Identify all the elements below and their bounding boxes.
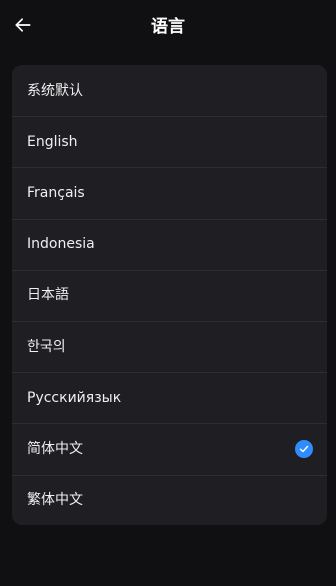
language-label: 한국의 [27, 338, 66, 355]
language-option-traditional-chinese[interactable]: 繁体中文 [12, 474, 327, 526]
language-option-english[interactable]: English [12, 116, 327, 167]
checkmark-circle-icon [295, 439, 313, 458]
language-label: 简体中文 [27, 440, 83, 457]
language-label: 日本語 [27, 287, 69, 304]
language-label: 系统默认 [27, 82, 83, 99]
language-label: Indonesia [27, 236, 95, 253]
language-option-russian[interactable]: Русскийязык [12, 372, 327, 423]
language-label: 繁体中文 [27, 492, 83, 509]
language-list: 系统默认 English Français Indonesia 日本語 한국의 … [12, 65, 327, 525]
top-bar: 语言 [0, 0, 336, 56]
language-option-indonesian[interactable]: Indonesia [12, 218, 327, 270]
language-option-french[interactable]: Français [12, 167, 327, 218]
language-option-system-default[interactable]: 系统默认 [12, 65, 327, 116]
language-option-simplified-chinese[interactable]: 简体中文 [12, 423, 327, 474]
page-title: 语言 [151, 17, 185, 37]
language-label: Русскийязык [27, 389, 122, 406]
language-option-japanese[interactable]: 日本語 [12, 269, 327, 321]
language-label: English [27, 133, 78, 150]
language-option-korean[interactable]: 한국의 [12, 320, 327, 372]
language-label: Français [27, 184, 85, 201]
